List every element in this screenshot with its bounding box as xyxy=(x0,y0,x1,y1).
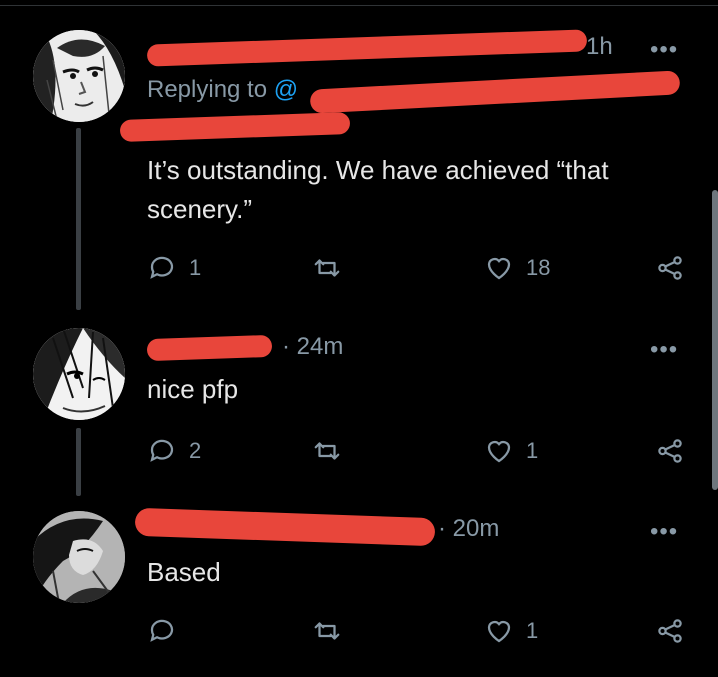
scrollbar[interactable] xyxy=(712,190,718,490)
reply-button[interactable]: 2 xyxy=(147,436,201,466)
avatar[interactable] xyxy=(33,30,125,122)
like-count: 1 xyxy=(526,438,539,463)
redacted-author-name xyxy=(146,334,273,362)
tweet-text: Based xyxy=(147,557,221,587)
redacted-author-name xyxy=(134,507,436,547)
more-icon[interactable]: ••• xyxy=(650,518,678,546)
share-nodes-icon xyxy=(658,619,682,643)
like-button[interactable]: 18 xyxy=(484,253,550,283)
tweet-text: It’s outstanding. We have achieved “that… xyxy=(147,155,609,224)
redacted-handle-2 xyxy=(119,111,351,143)
tweet-text: nice pfp xyxy=(147,374,239,404)
share-button[interactable] xyxy=(655,436,685,466)
like-button[interactable]: 1 xyxy=(484,616,538,646)
thread-line xyxy=(76,428,81,496)
share-nodes-icon xyxy=(658,256,682,280)
like-count: 18 xyxy=(526,255,551,280)
comment-bubble-icon xyxy=(150,619,174,642)
timestamp[interactable]: · 24m xyxy=(282,333,343,361)
more-icon[interactable]: ••• xyxy=(650,336,678,364)
comment-bubble-icon xyxy=(150,256,174,279)
reply-button[interactable]: 1 xyxy=(147,253,201,283)
replying-to-handle[interactable]: @ xyxy=(274,76,298,103)
redacted-handle xyxy=(309,70,681,114)
share-nodes-icon xyxy=(658,439,682,463)
reply-button[interactable] xyxy=(147,616,189,646)
retweet-arrows-icon xyxy=(314,442,340,460)
top-divider xyxy=(0,5,718,6)
avatar-manga-face-image xyxy=(33,328,125,420)
heart-outline-icon xyxy=(487,440,511,463)
tweet-header xyxy=(146,28,588,67)
share-button[interactable] xyxy=(655,616,685,646)
retweet-arrows-icon xyxy=(314,622,340,640)
tweet-actions: 1 xyxy=(147,616,687,646)
share-button[interactable] xyxy=(655,253,685,283)
retweet-button[interactable] xyxy=(312,253,354,283)
redacted-author-name xyxy=(146,28,588,67)
more-icon[interactable]: ••• xyxy=(650,36,678,64)
heart-outline-icon xyxy=(487,620,511,643)
timestamp[interactable]: · 20m xyxy=(438,515,499,543)
retweet-button[interactable] xyxy=(312,616,354,646)
retweet-button[interactable] xyxy=(312,436,354,466)
timestamp[interactable]: 1h xyxy=(586,33,613,61)
avatar[interactable] xyxy=(33,511,125,603)
reply-count: 1 xyxy=(189,255,202,280)
comment-bubble-icon xyxy=(150,439,174,462)
avatar-manga-face-image xyxy=(33,511,125,603)
replying-to-line: Replying to @ xyxy=(147,76,298,104)
thread-line xyxy=(76,128,81,310)
like-count: 1 xyxy=(526,618,539,643)
retweet-arrows-icon xyxy=(314,259,340,277)
tweet-actions: 2 1 xyxy=(147,436,687,466)
reply-count: 2 xyxy=(189,438,202,463)
avatar[interactable] xyxy=(33,328,125,420)
heart-outline-icon xyxy=(487,257,511,280)
avatar-manga-face-image xyxy=(33,30,125,122)
replying-to-label: Replying to xyxy=(147,76,268,103)
like-button[interactable]: 1 xyxy=(484,436,538,466)
tweet-actions: 1 18 xyxy=(147,253,687,283)
